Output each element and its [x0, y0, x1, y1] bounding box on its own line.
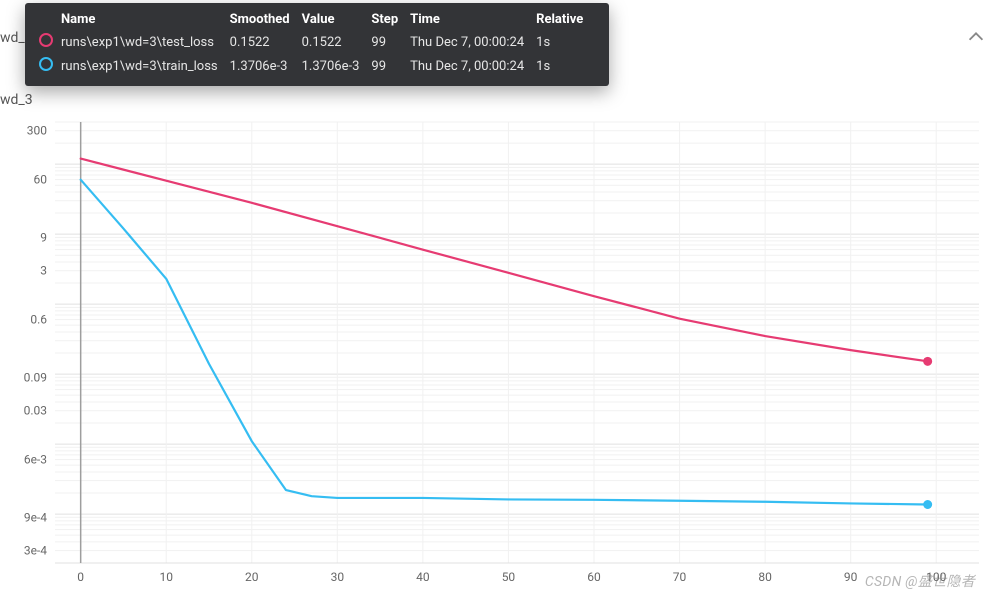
cell-step: 99: [371, 30, 410, 54]
tooltip-row: runs\exp1\wd=3\train_loss 1.3706e-3 1.37…: [39, 54, 595, 78]
col-relative: Relative: [536, 9, 595, 30]
svg-text:80: 80: [758, 570, 772, 584]
cell-value: 0.1522: [302, 30, 372, 54]
svg-text:50: 50: [502, 570, 516, 584]
cell-relative: 1s: [536, 30, 595, 54]
line-chart[interactable]: 300 60 9 3 0.6 0.09 0.03 6e-3 9e-4 3e-4 0 10 20 30 40 5…: [0, 118, 987, 589]
tag-label: wd_3: [0, 92, 33, 108]
svg-text:3e-4: 3e-4: [24, 544, 47, 558]
svg-text:0: 0: [77, 570, 84, 584]
chart-area[interactable]: 300 60 9 3 0.6 0.09 0.03 6e-3 9e-4 3e-4 0 10 20 30 40 5…: [0, 118, 987, 589]
tooltip-header-row: Name Smoothed Value Step Time Relative: [39, 9, 595, 30]
cell-step: 99: [371, 54, 410, 78]
svg-text:0.09: 0.09: [24, 370, 47, 384]
cell-relative: 1s: [536, 54, 595, 78]
cell-value: 1.3706e-3: [302, 54, 372, 78]
tooltip-row: runs\exp1\wd=3\test_loss 0.1522 0.1522 9…: [39, 30, 595, 54]
svg-text:3: 3: [40, 264, 47, 278]
cell-time: Thu Dec 7, 00:00:24: [410, 54, 536, 78]
col-smoothed: Smoothed: [230, 9, 302, 30]
cell-name: runs\exp1\wd=3\train_loss: [61, 54, 230, 78]
svg-text:70: 70: [673, 570, 687, 584]
svg-text:100: 100: [926, 570, 946, 584]
chevron-up-icon[interactable]: [965, 26, 987, 48]
svg-text:60: 60: [34, 173, 48, 187]
col-time: Time: [410, 9, 536, 30]
series-swatch-icon: [39, 33, 53, 47]
svg-text:9: 9: [40, 230, 47, 244]
svg-text:40: 40: [416, 570, 430, 584]
col-step: Step: [371, 9, 410, 30]
svg-text:6e-3: 6e-3: [24, 453, 47, 467]
svg-text:20: 20: [245, 570, 259, 584]
svg-text:300: 300: [27, 124, 47, 138]
hover-tooltip: Name Smoothed Value Step Time Relative r…: [25, 3, 609, 86]
svg-text:60: 60: [587, 570, 601, 584]
cell-name: runs\exp1\wd=3\test_loss: [61, 30, 230, 54]
svg-text:10: 10: [159, 570, 173, 584]
col-value: Value: [302, 9, 372, 30]
series-swatch-icon: [39, 57, 53, 71]
cell-time: Thu Dec 7, 00:00:24: [410, 30, 536, 54]
svg-text:0.6: 0.6: [30, 313, 47, 327]
cell-smoothed: 1.3706e-3: [230, 54, 302, 78]
cell-smoothed: 0.1522: [230, 30, 302, 54]
svg-text:0.03: 0.03: [24, 404, 47, 418]
svg-text:90: 90: [844, 570, 858, 584]
col-name: Name: [61, 9, 230, 30]
svg-text:30: 30: [331, 570, 345, 584]
svg-text:9e-4: 9e-4: [24, 510, 47, 524]
